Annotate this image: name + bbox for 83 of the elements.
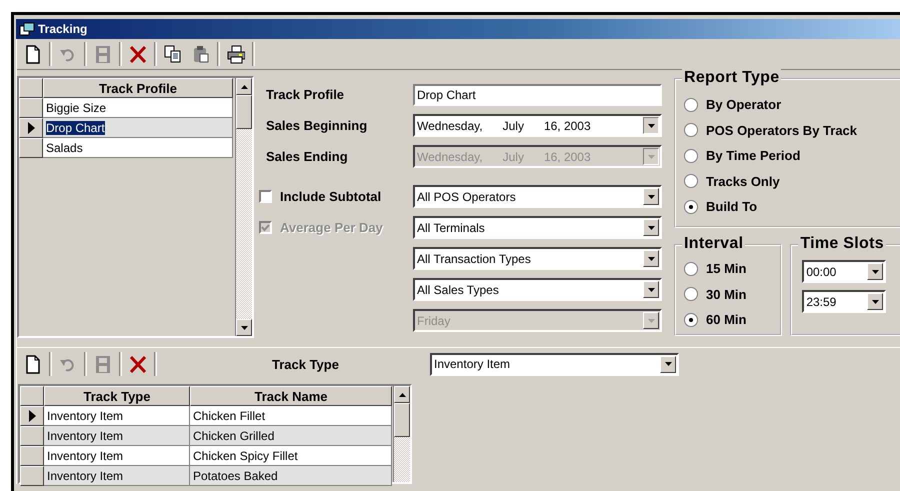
checkbox-label[interactable]: Include Subtotal <box>280 189 382 204</box>
column-header[interactable]: Track Type <box>44 386 190 406</box>
scroll-up-button[interactable] <box>236 78 252 95</box>
copy-icon[interactable] <box>164 44 182 64</box>
radio-label[interactable]: Build To <box>706 199 758 214</box>
window-icon <box>19 22 35 36</box>
table-cell[interactable]: Salads <box>43 138 233 158</box>
radio-button[interactable] <box>684 98 698 112</box>
radio-label[interactable]: 30 Min <box>706 286 746 302</box>
caret-icon <box>398 392 406 396</box>
radio-button[interactable] <box>684 200 698 214</box>
dropdown[interactable]: Inventory Item <box>430 352 679 376</box>
dropdown[interactable]: All Terminals <box>413 216 662 239</box>
caret-icon <box>240 84 248 88</box>
radio-button[interactable] <box>684 123 698 138</box>
table-cell: Inventory Item <box>44 406 190 426</box>
scroll-thumb[interactable] <box>394 403 410 437</box>
caret-icon <box>872 300 879 304</box>
dropdown-button[interactable] <box>643 117 659 134</box>
scrollbar[interactable] <box>235 78 252 336</box>
caret-icon <box>664 362 672 366</box>
printer-icon[interactable] <box>227 44 245 64</box>
caret-icon <box>648 288 654 292</box>
row-selector[interactable] <box>20 466 44 486</box>
table-cell: Chicken Grilled <box>190 426 392 446</box>
caret-icon <box>872 270 879 274</box>
row-selector[interactable] <box>20 446 44 466</box>
caret-icon <box>648 226 654 230</box>
radio-label[interactable]: By Operator <box>706 97 782 112</box>
dropdown[interactable]: All Transaction Types <box>413 247 662 270</box>
dropdown[interactable]: All POS Operators <box>413 185 662 208</box>
radio-button[interactable] <box>684 312 698 327</box>
time-dropdown[interactable]: 00:00 <box>802 260 886 283</box>
radio-label[interactable]: 60 Min <box>706 312 746 328</box>
row-pointer-icon <box>27 122 35 134</box>
row-pointer-icon <box>28 410 36 422</box>
radio-button[interactable] <box>684 174 698 188</box>
table-cell[interactable]: Drop Chart <box>43 118 233 138</box>
radio-button[interactable] <box>684 148 698 163</box>
table-cell: Inventory Item <box>44 466 190 486</box>
table-cell: Potatoes Baked <box>190 466 392 486</box>
delete-icon[interactable] <box>129 354 147 374</box>
row-selector[interactable] <box>19 138 43 158</box>
document-icon[interactable] <box>24 44 42 64</box>
checkbox[interactable] <box>259 190 272 203</box>
caret-icon <box>648 154 654 158</box>
caret-icon <box>648 256 654 260</box>
table-cell: Chicken Fillet <box>190 406 392 426</box>
time-dropdown[interactable]: 23:59 <box>802 290 886 313</box>
document-icon[interactable] <box>24 354 42 374</box>
radio-label[interactable]: By Time Period <box>706 148 800 164</box>
radio-label[interactable]: POS Operators By Track <box>706 122 858 138</box>
radio-label[interactable]: 15 Min <box>706 261 746 276</box>
table-cell: Chicken Spicy Fillet <box>190 446 392 466</box>
field-label: Track Profile <box>266 87 346 102</box>
row-selector[interactable] <box>19 98 43 118</box>
row-selector[interactable] <box>19 118 43 138</box>
column-header[interactable]: Track Profile <box>43 78 233 98</box>
date-picker[interactable]: Wednesday, July 16, 2003 <box>413 114 662 137</box>
row-selector[interactable] <box>20 406 44 426</box>
field-label: Sales Ending <box>266 149 349 164</box>
column-header[interactable]: Track Name <box>190 386 392 406</box>
caret-icon <box>648 194 654 198</box>
caret-icon <box>240 326 248 330</box>
field-label: Sales Beginning <box>266 118 368 133</box>
caret-icon <box>648 124 654 128</box>
table-cell: Inventory Item <box>44 446 190 466</box>
scrollbar[interactable] <box>393 386 410 482</box>
scroll-thumb[interactable] <box>236 95 252 129</box>
dropdown[interactable]: All Sales Types <box>413 278 662 301</box>
field-label: Track Type <box>271 356 340 372</box>
text-field[interactable]: Drop Chart <box>413 84 662 106</box>
radio-button[interactable] <box>684 287 698 302</box>
radio-button[interactable] <box>684 262 698 276</box>
row-selector[interactable] <box>20 426 44 446</box>
table-cell[interactable]: Biggie Size <box>43 98 233 118</box>
group-title: Report Type <box>682 69 782 87</box>
scroll-up-button[interactable] <box>394 386 410 403</box>
table-cell: Inventory Item <box>44 426 190 446</box>
caret-icon <box>648 318 654 322</box>
window-title: Tracking <box>38 22 88 36</box>
delete-icon[interactable] <box>129 44 147 64</box>
radio-label[interactable]: Tracks Only <box>706 174 780 189</box>
